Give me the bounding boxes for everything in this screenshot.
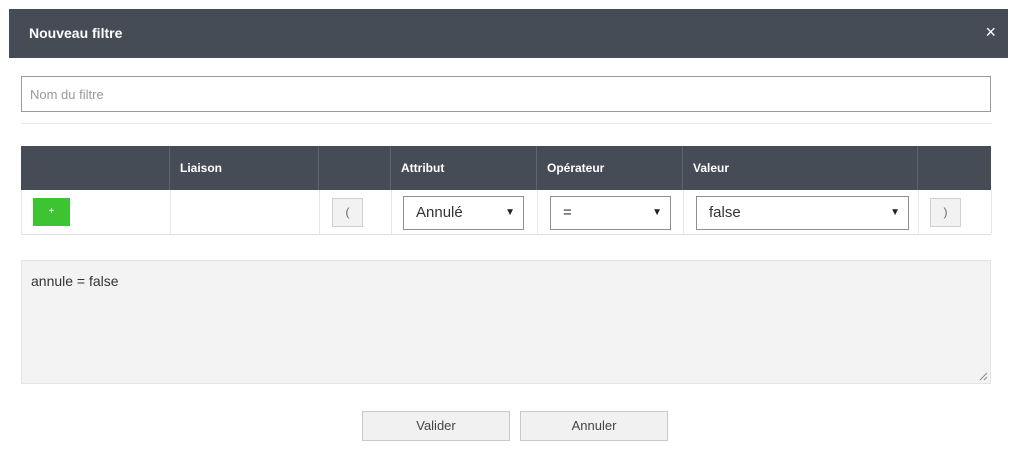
cell-open-paren: ( — [320, 190, 392, 234]
cell-action: + — [22, 190, 171, 234]
cancel-button[interactable]: Annuler — [520, 411, 668, 441]
cell-liaison — [171, 190, 320, 234]
open-paren-button[interactable]: ( — [332, 198, 363, 227]
cell-operateur: = ▼ — [538, 190, 684, 234]
resize-handle-icon[interactable] — [979, 372, 988, 381]
header-operateur: Opérateur — [537, 146, 683, 190]
filter-name-input[interactable] — [21, 76, 991, 112]
dialog-header: Nouveau filtre × — [9, 9, 1008, 58]
header-attribut: Attribut — [391, 146, 537, 190]
attribut-select[interactable]: Annulé ▼ — [403, 196, 524, 230]
valeur-select[interactable]: false ▼ — [696, 196, 909, 230]
dialog-title: Nouveau filtre — [29, 25, 123, 41]
divider — [21, 123, 991, 124]
caret-down-icon: ▼ — [890, 207, 900, 218]
close-icon[interactable]: × — [985, 23, 996, 41]
close-paren-button[interactable]: ) — [930, 198, 961, 227]
header-liaison: Liaison — [170, 146, 319, 190]
valeur-value: false — [709, 204, 741, 221]
header-action — [21, 146, 170, 190]
operateur-value: = — [563, 204, 572, 221]
caret-down-icon: ▼ — [652, 207, 662, 218]
table-header: Liaison Attribut Opérateur Valeur — [21, 146, 991, 190]
table-row: + ( Annulé ▼ = ▼ false ▼ ) — [21, 190, 992, 235]
filter-expression-textarea[interactable]: annule = false — [21, 260, 991, 384]
caret-down-icon: ▼ — [505, 207, 515, 218]
operateur-select[interactable]: = ▼ — [550, 196, 671, 230]
attribut-value: Annulé — [416, 204, 463, 221]
header-close-paren — [918, 146, 991, 190]
header-valeur: Valeur — [683, 146, 918, 190]
cell-valeur: false ▼ — [684, 190, 919, 234]
header-open-paren — [319, 146, 391, 190]
validate-button[interactable]: Valider — [362, 411, 510, 441]
cell-close-paren: ) — [919, 190, 992, 234]
cell-attribut: Annulé ▼ — [392, 190, 538, 234]
add-condition-button[interactable]: + — [33, 198, 70, 226]
filter-expression-text: annule = false — [31, 273, 119, 289]
